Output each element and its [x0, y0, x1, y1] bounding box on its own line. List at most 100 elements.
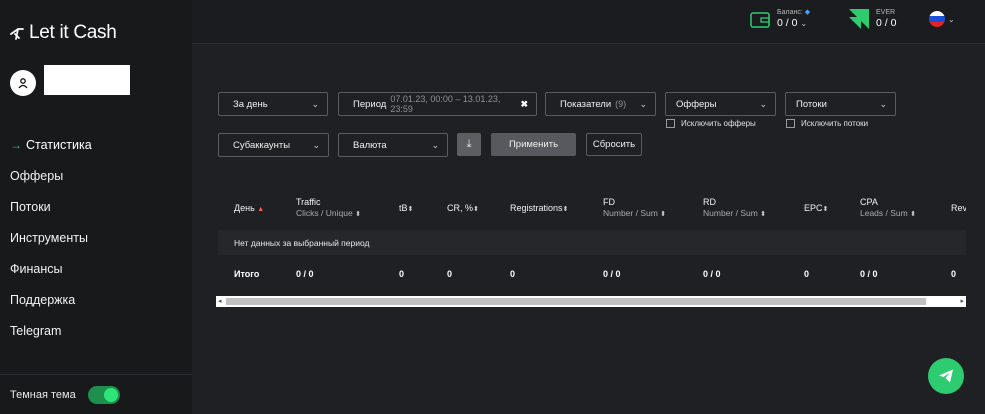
sidebar-item-label: Инструменты [10, 230, 88, 245]
currency-label: Валюта [353, 139, 387, 151]
sidebar-item-label: Статистика [26, 137, 92, 152]
offers-select[interactable]: Офферы ⌄ [665, 92, 776, 116]
col-title: Registrations [510, 203, 563, 213]
dark-theme-toggle[interactable] [87, 386, 120, 404]
chevron-down-icon: ⌄ [312, 139, 320, 150]
sidebar-item-tools[interactable]: Инструменты [10, 222, 92, 253]
sidebar-item-support[interactable]: Поддержка [10, 284, 92, 315]
indicators-label: Показатели [560, 98, 612, 110]
scrollbar-thumb[interactable] [226, 298, 926, 305]
col-header-traffic[interactable]: Traffic Clicks / Unique ⬍ [296, 197, 361, 220]
sidebar-item-label: Поддержка [10, 292, 76, 307]
offers-label: Офферы [676, 98, 717, 110]
col-header-cpa[interactable]: CPA Leads / Sum ⬍ [860, 197, 916, 220]
sidebar-item-offers[interactable]: Офферы [10, 160, 92, 191]
col-header-cr[interactable]: CR, %⬍ [447, 203, 479, 215]
indicators-select[interactable]: Показатели (9) ⌄ [545, 92, 656, 116]
currency-select[interactable]: Валюта ⌄ [338, 133, 448, 157]
col-header-epc[interactable]: EPC⬍ [804, 203, 828, 215]
avatar[interactable] [10, 70, 36, 96]
exclude-offers-checkbox[interactable]: Исключить офферы [666, 119, 756, 128]
totals-label: Итого [234, 269, 260, 279]
period-value: 07.01.23, 00:00 – 13.01.23, 23:59 [390, 94, 501, 114]
clear-icon[interactable]: ✖ [520, 99, 528, 110]
col-title: CPA [860, 197, 878, 207]
col-title: День [234, 203, 255, 213]
totals-registrations: 0 [510, 269, 516, 279]
sidebar: Let it Cash → Статистика Офферы Потоки И… [0, 0, 192, 414]
col-header-tb[interactable]: tB⬍ [399, 203, 413, 215]
checkbox[interactable] [666, 119, 675, 128]
balance-widget[interactable]: Баланс: ◆ 0 / 0 ⌄ [750, 9, 810, 30]
reset-button[interactable]: Сбросить [586, 133, 642, 156]
send-icon [939, 369, 953, 383]
sort-icon: ⬍ [760, 211, 767, 218]
ever-widget[interactable]: EVER 0 / 0 [848, 8, 896, 30]
logo[interactable]: Let it Cash [9, 22, 117, 44]
checkbox[interactable] [786, 119, 795, 128]
col-header-rev[interactable]: Rev [951, 203, 966, 214]
col-title: EPC [804, 203, 823, 213]
totals-cpa: 0 / 0 [860, 269, 878, 279]
download-button[interactable]: ⤓ [457, 133, 481, 156]
exclude-streams-checkbox[interactable]: Исключить потоки [786, 119, 868, 128]
exclude-offers-label: Исключить офферы [681, 119, 756, 128]
totals-traffic: 0 / 0 [296, 269, 314, 279]
sidebar-item-statistics[interactable]: → Статистика [10, 129, 92, 160]
ever-label: EVER [876, 9, 896, 16]
totals-fd: 0 / 0 [603, 269, 621, 279]
col-subtitle: Number / Sum [603, 208, 658, 218]
period-field[interactable]: Период 07.01.23, 00:00 – 13.01.23, 23:59… [338, 92, 537, 116]
scroll-left-icon[interactable]: ◂ [218, 296, 222, 307]
username-box [44, 65, 130, 95]
col-subtitle: Leads / Sum [860, 208, 908, 218]
topbar: Баланс: ◆ 0 / 0 ⌄ EVER 0 / 0 ⌄ [192, 0, 985, 44]
col-title: tB [399, 203, 408, 213]
language-selector[interactable]: ⌄ [929, 11, 955, 27]
col-header-fd[interactable]: FD Number / Sum ⬍ [603, 197, 666, 220]
chevron-down-icon: ⌄ [879, 98, 887, 109]
sidebar-item-finance[interactable]: Финансы [10, 253, 92, 284]
totals-rd: 0 / 0 [703, 269, 721, 279]
col-title: FD [603, 197, 615, 207]
totals-rev: 0 [951, 269, 957, 279]
horizontal-scrollbar[interactable]: ◂ ▸ [216, 296, 966, 307]
period-preset-value: За день [233, 98, 268, 110]
sort-icon: ⬍ [562, 206, 569, 213]
empty-state-row: Нет данных за выбранный период [218, 230, 966, 255]
sort-asc-icon: ▲ [257, 206, 265, 213]
col-title: Traffic [296, 197, 321, 207]
sort-icon: ⬍ [910, 211, 916, 218]
col-header-rd[interactable]: RD Number / Sum ⬍ [703, 197, 766, 220]
ever-logo-icon [849, 9, 869, 29]
divider [0, 374, 192, 375]
chevron-down-icon: ⌄ [311, 98, 319, 109]
sidebar-item-telegram[interactable]: Telegram [10, 315, 92, 346]
indicators-count: (9) [615, 99, 627, 109]
subaccounts-select[interactable]: Субаккаунты ⌄ [218, 133, 329, 157]
apply-button[interactable]: Применить [491, 133, 576, 156]
sidebar-item-label: Офферы [10, 168, 64, 183]
balance-label: Баланс [777, 9, 801, 16]
sidebar-nav: → Статистика Офферы Потоки Инструменты Ф… [10, 129, 92, 346]
exclude-streams-label: Исключить потоки [801, 119, 869, 128]
totals-tb: 0 [399, 269, 405, 279]
period-preset-select[interactable]: За день ⌄ [218, 92, 328, 116]
sidebar-item-label: Финансы [10, 261, 63, 276]
col-subtitle: Clicks / Unique [296, 208, 353, 218]
sort-icon: ⬍ [355, 211, 361, 218]
streams-select[interactable]: Потоки ⌄ [785, 92, 896, 116]
chevron-down-icon: ⌄ [639, 98, 647, 109]
telegram-button[interactable] [928, 358, 964, 394]
ru-flag-icon [929, 11, 945, 27]
sidebar-item-streams[interactable]: Потоки [10, 191, 92, 222]
col-header-registrations[interactable]: Registrations⬍ [510, 203, 568, 215]
logo-icon [10, 28, 24, 40]
ever-value: 0 / 0 [876, 17, 897, 29]
chevron-down-icon: ⌄ [431, 139, 439, 150]
chevron-down-icon: ⌄ [800, 19, 808, 28]
brand-name: Let it Cash [29, 22, 117, 43]
scroll-right-icon[interactable]: ▸ [960, 296, 964, 307]
col-title: CR, % [447, 203, 474, 213]
col-header-day[interactable]: День ▲ [234, 203, 264, 215]
